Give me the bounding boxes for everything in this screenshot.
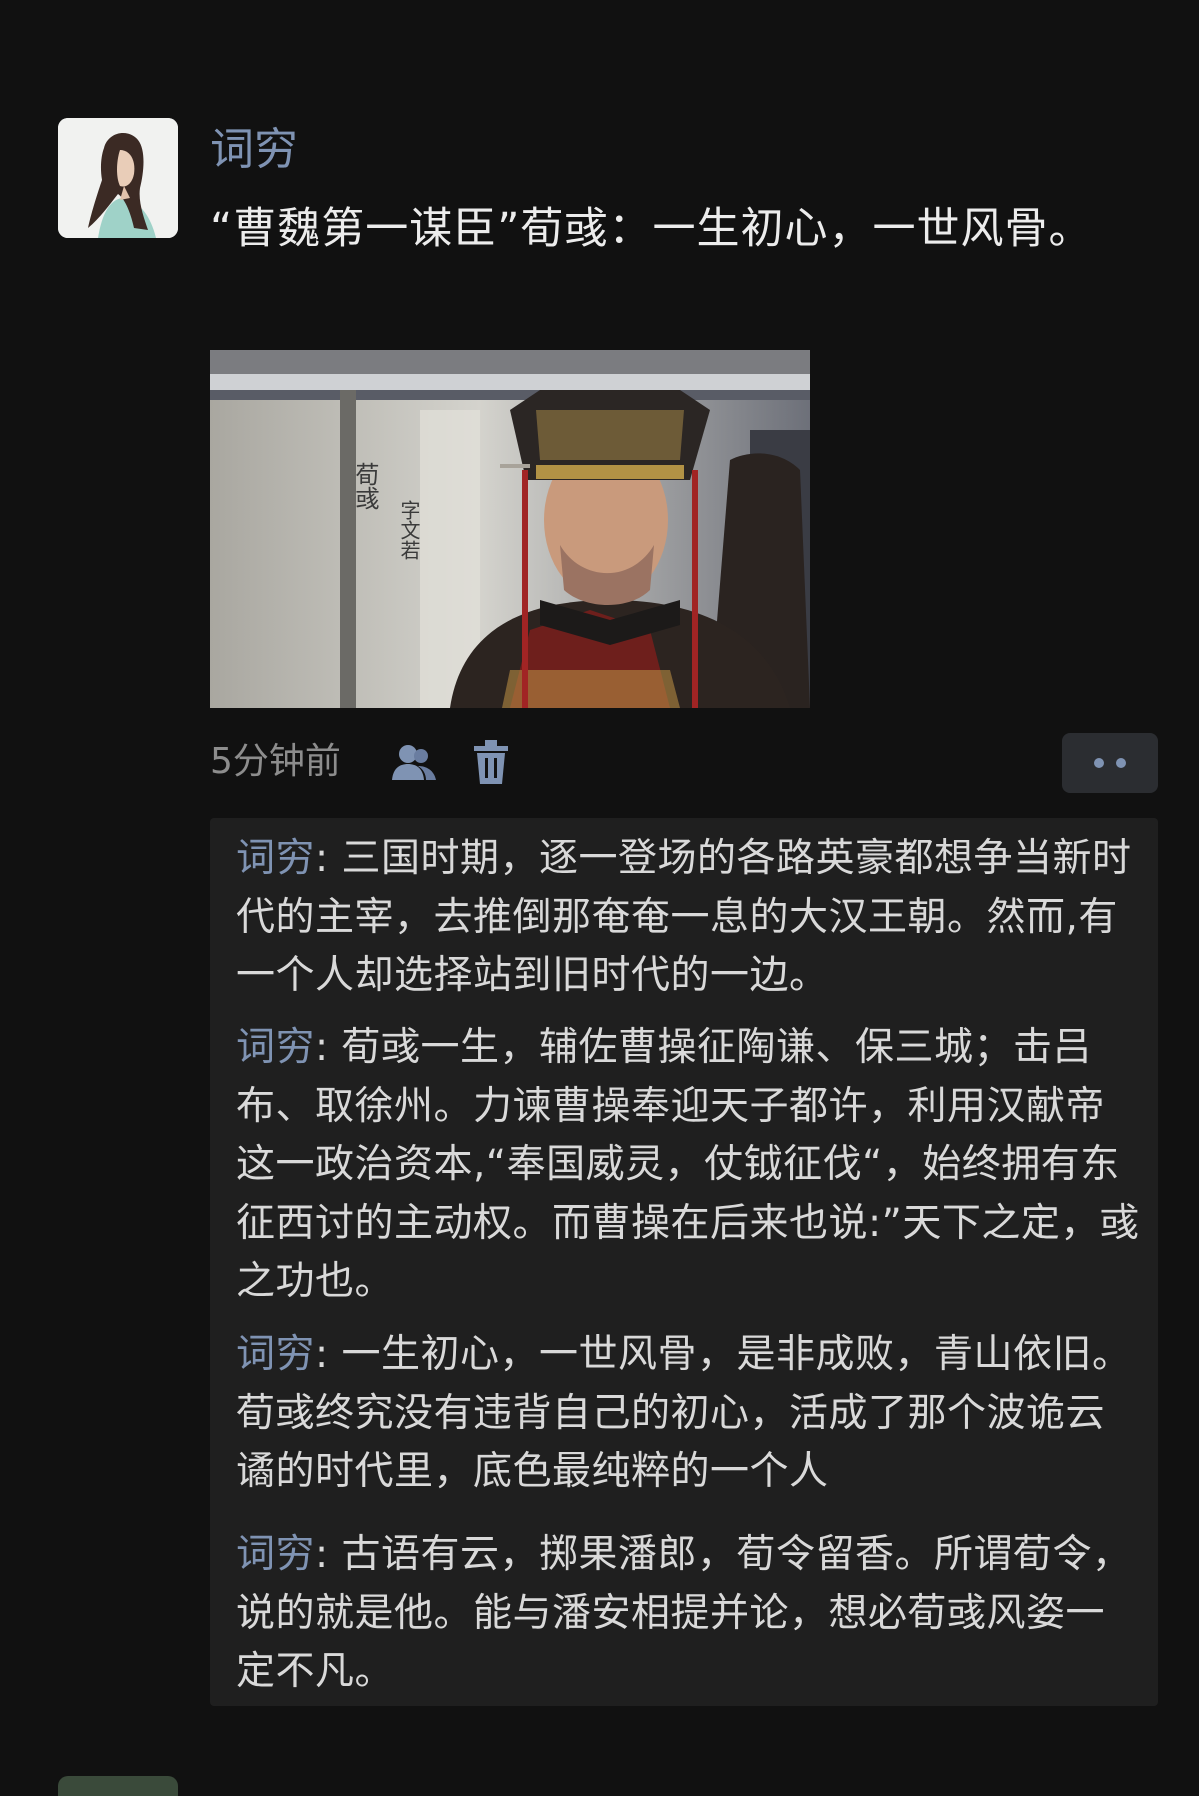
photo-caption-courtesy: 字文若 — [397, 500, 421, 560]
trash-icon[interactable] — [474, 740, 508, 784]
photo-caption-name: 荀彧 — [351, 462, 379, 510]
comment-text: : 古语有云，掷果潘郎，荀令留香。所谓荀令，说的就是他。能与潘安相提并论，想必荀… — [236, 1532, 1132, 1694]
comment-item[interactable]: 词穷: 古语有云，掷果潘郎，荀令留香。所谓荀令，说的就是他。能与潘安相提并论，想… — [236, 1526, 1142, 1702]
avatar-image — [58, 118, 178, 238]
comment-author[interactable]: 词穷 — [236, 1025, 315, 1070]
post-text: “曹魏第一谋臣”荀彧：一生初心，一世风骨。 — [210, 204, 1093, 254]
comment-author[interactable]: 词穷 — [236, 1332, 315, 1377]
more-icon — [1094, 758, 1104, 768]
comment-author[interactable]: 词穷 — [236, 1532, 315, 1577]
more-button[interactable] — [1062, 733, 1158, 793]
more-icon-dot — [1116, 758, 1126, 768]
next-post-avatar[interactable] — [58, 1776, 178, 1796]
comment-text: : 三国时期，逐一登场的各路英豪都想争当新时代的主宰，去推倒那奄奄一息的大汉王朝… — [236, 836, 1132, 998]
comment-item[interactable]: 词穷: 一生初心，一世风骨，是非成败，青山依旧。荀彧终究没有违背自己的初心，活成… — [236, 1326, 1142, 1502]
friends-icon[interactable] — [390, 742, 438, 784]
comment-item[interactable]: 词穷: 荀彧一生，辅佐曹操征陶谦、保三城；击吕布、取徐州。力谏曹操奉迎天子都许，… — [236, 1019, 1142, 1312]
username[interactable]: 词穷 — [210, 120, 298, 180]
timestamp: 5分钟前 — [210, 741, 341, 782]
comment-item[interactable]: 词穷: 三国时期，逐一登场的各路英豪都想争当新时代的主宰，去推倒那奄奄一息的大汉… — [236, 830, 1142, 1006]
comment-author[interactable]: 词穷 — [236, 836, 315, 881]
comment-text: : 一生初心，一世风骨，是非成败，青山依旧。荀彧终究没有违背自己的初心，活成了那… — [236, 1332, 1132, 1494]
comment-list: 词穷: 三国时期，逐一登场的各路英豪都想争当新时代的主宰，去推倒那奄奄一息的大汉… — [210, 818, 1158, 1706]
avatar[interactable] — [58, 118, 178, 238]
post-photo[interactable]: 荀彧 字文若 — [210, 350, 810, 708]
comment-text: : 荀彧一生，辅佐曹操征陶谦、保三城；击吕布、取徐州。力谏曹操奉迎天子都许，利用… — [236, 1025, 1140, 1304]
moments-post: 词穷 “曹魏第一谋臣”荀彧：一生初心，一世风骨。 荀彧 字文若 5分钟前 词穷:… — [0, 0, 1199, 1796]
photo-image — [210, 350, 810, 708]
